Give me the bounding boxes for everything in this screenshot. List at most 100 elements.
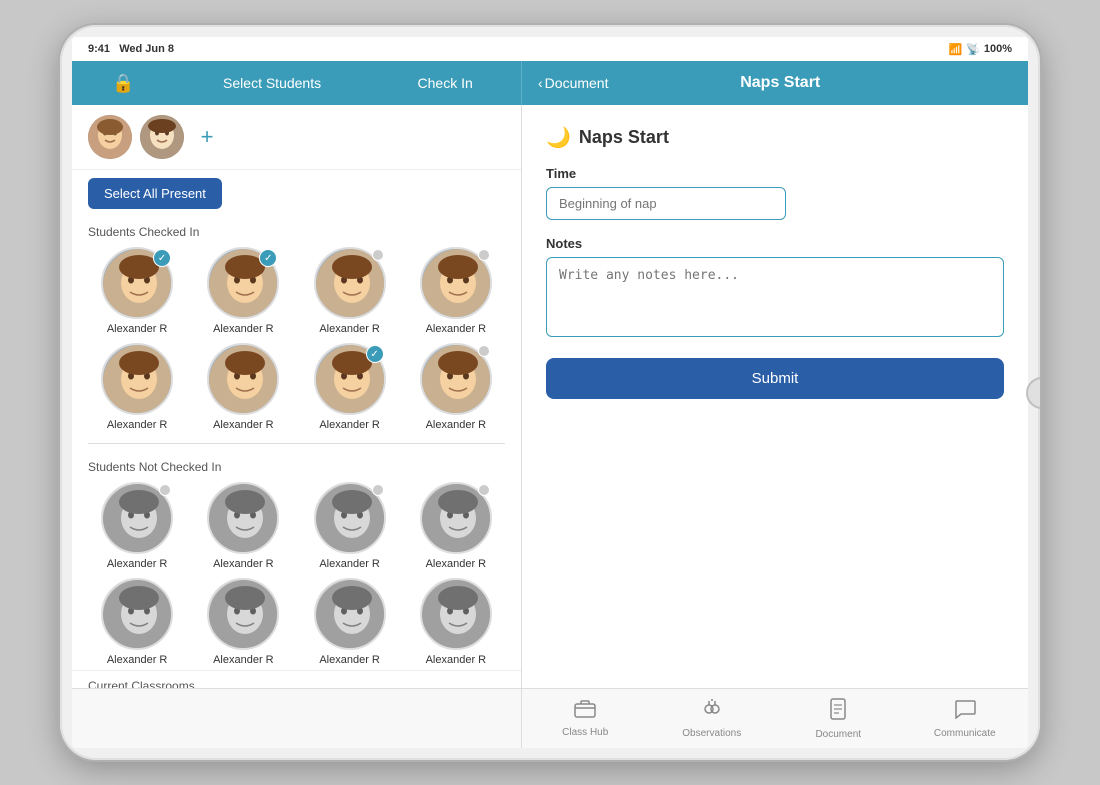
dot-badge <box>478 484 490 496</box>
not-checked-in-grid: Alexander R Alexander R <box>72 478 521 670</box>
students-scroll[interactable]: Students Checked In ✓ Alexander R <box>72 217 521 688</box>
check-badge: ✓ <box>153 249 171 267</box>
notes-textarea[interactable] <box>546 257 1004 337</box>
tab-observations[interactable]: Observations <box>649 689 776 748</box>
student-name: Alexander R <box>107 419 168 431</box>
student-name: Alexander R <box>213 558 274 570</box>
student-avatar <box>207 482 279 554</box>
student-avatar <box>420 578 492 650</box>
time-label: Time <box>546 166 1004 181</box>
tab-class-hub[interactable]: Class Hub <box>522 689 649 748</box>
ipad-screen: 9:41 Wed Jun 8 📶 📡 100% 🔒 Select Student… <box>72 37 1028 748</box>
classrooms-label: Current Classrooms <box>88 679 505 688</box>
student-item[interactable]: Alexander R <box>194 578 292 666</box>
student-name: Alexander R <box>426 654 487 666</box>
student-avatar <box>101 578 173 650</box>
student-item[interactable]: Alexander R <box>407 343 505 431</box>
back-btn[interactable]: ‹ Document <box>538 75 608 91</box>
right-panel: 🌙 Naps Start Time Notes Submit <box>522 105 1028 688</box>
student-item[interactable]: Alexander R <box>407 482 505 570</box>
teacher-row: + <box>72 105 521 170</box>
student-name: Alexander R <box>213 654 274 666</box>
time-display: 9:41 Wed Jun 8 <box>88 43 174 55</box>
wifi-icon: 📡 <box>966 43 980 56</box>
student-item[interactable]: Alexander R <box>407 578 505 666</box>
tab-document[interactable]: Document <box>775 689 902 748</box>
tab-communicate[interactable]: Communicate <box>902 689 1029 748</box>
student-item[interactable]: Alexander R <box>301 482 399 570</box>
teacher-avatar-2[interactable] <box>140 115 184 159</box>
student-avatar <box>207 578 279 650</box>
student-item[interactable]: ✓ Alexander R <box>301 343 399 431</box>
time-input[interactable] <box>546 187 786 220</box>
communicate-label: Communicate <box>934 728 996 739</box>
status-bar: 9:41 Wed Jun 8 📶 📡 100% <box>72 37 1028 61</box>
add-teacher-btn[interactable]: + <box>192 122 222 152</box>
divider <box>88 443 505 444</box>
main-content: + Select All Present Students Checked In <box>72 105 1028 688</box>
document-label: Document <box>815 729 861 740</box>
student-item[interactable]: Alexander R <box>88 578 186 666</box>
check-badge: ✓ <box>366 345 384 363</box>
student-avatar <box>314 578 386 650</box>
status-icons: 📶 📡 100% <box>948 43 1012 56</box>
communicate-icon <box>954 699 976 725</box>
student-item[interactable]: Alexander R <box>194 482 292 570</box>
checked-in-label: Students Checked In <box>72 217 521 243</box>
teacher-avatar-1[interactable] <box>88 115 132 159</box>
not-checked-in-label: Students Not Checked In <box>72 452 521 478</box>
check-in-btn[interactable]: Check In <box>410 75 481 91</box>
student-avatar <box>101 343 173 415</box>
student-name: Alexander R <box>107 323 168 335</box>
tab-bar: Class Hub Observations Document <box>72 688 1028 748</box>
form-title: 🌙 Naps Start <box>546 125 1004 150</box>
student-item[interactable]: Alexander R <box>301 247 399 335</box>
select-students-btn[interactable]: Select Students <box>215 75 329 91</box>
student-item[interactable]: ✓ Alexander R <box>88 247 186 335</box>
check-badge: ✓ <box>259 249 277 267</box>
tab-bar-left <box>72 689 522 748</box>
student-name: Alexander R <box>107 558 168 570</box>
student-item[interactable]: Alexander R <box>194 343 292 431</box>
left-panel: + Select All Present Students Checked In <box>72 105 522 688</box>
student-name: Alexander R <box>107 654 168 666</box>
teacher-face-1 <box>88 115 132 159</box>
observations-icon <box>701 699 723 725</box>
dot-badge <box>372 249 384 261</box>
student-item[interactable]: ✓ Alexander R <box>194 247 292 335</box>
signal-icon: 📶 <box>948 43 962 56</box>
student-name: Alexander R <box>213 323 274 335</box>
class-hub-icon <box>574 700 596 724</box>
student-name: Alexander R <box>213 419 274 431</box>
student-name: Alexander R <box>426 419 487 431</box>
student-item[interactable]: Alexander R <box>407 247 505 335</box>
home-button[interactable] <box>1026 377 1040 409</box>
lock-icon[interactable]: 🔒 <box>112 73 134 94</box>
student-item[interactable]: Alexander R <box>301 578 399 666</box>
student-name: Alexander R <box>319 558 380 570</box>
student-name: Alexander R <box>319 323 380 335</box>
select-all-present-btn[interactable]: Select All Present <box>88 178 222 209</box>
student-item[interactable]: Alexander R <box>88 343 186 431</box>
moon-icon: 🌙 <box>546 125 571 150</box>
submit-btn[interactable]: Submit <box>546 358 1004 399</box>
page-title: Naps Start <box>740 74 820 92</box>
student-name: Alexander R <box>426 323 487 335</box>
student-avatar <box>207 343 279 415</box>
teacher-face-2 <box>140 115 184 159</box>
battery-display: 100% <box>984 43 1012 55</box>
ipad-frame: 9:41 Wed Jun 8 📶 📡 100% 🔒 Select Student… <box>60 25 1040 760</box>
class-hub-label: Class Hub <box>562 727 608 738</box>
document-icon <box>829 698 847 726</box>
notes-label: Notes <box>546 236 1004 251</box>
dot-badge <box>478 345 490 357</box>
dot-badge <box>372 484 384 496</box>
classrooms-section: Current Classrooms 🐝 🐛 + <box>72 670 521 688</box>
nav-left: 🔒 Select Students Check In <box>72 61 522 105</box>
checked-in-grid: ✓ Alexander R ✓ Alexander R <box>72 243 521 435</box>
dot-badge <box>478 249 490 261</box>
student-name: Alexander R <box>319 419 380 431</box>
nav-right: ‹ Document Naps Start <box>522 61 1028 105</box>
student-item[interactable]: Alexander R <box>88 482 186 570</box>
chevron-left-icon: ‹ <box>538 75 543 91</box>
